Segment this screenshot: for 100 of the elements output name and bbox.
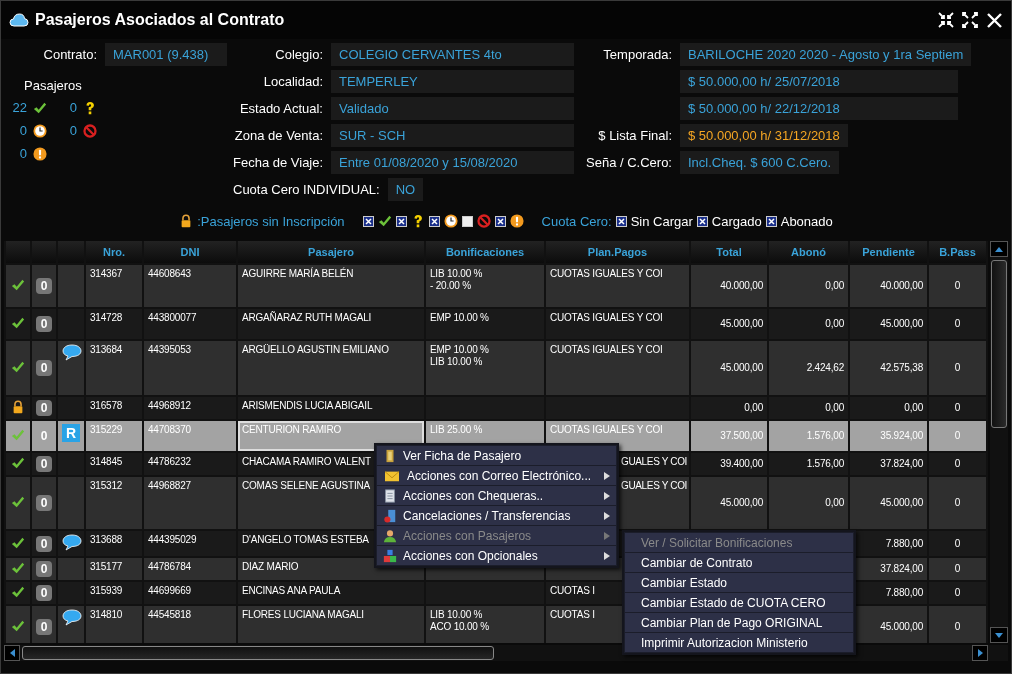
column-header	[6, 241, 30, 263]
checkbox[interactable]	[461, 215, 473, 227]
check-icon	[11, 456, 25, 470]
count: 0	[69, 123, 77, 138]
table-cell[interactable]: FLORES LUCIANA MAGALI	[238, 606, 424, 643]
table-cell: 313684	[86, 341, 142, 395]
checkbox[interactable]	[696, 215, 708, 227]
column-header[interactable]: Abonó	[769, 241, 848, 263]
table-cell: 0,00	[769, 265, 848, 307]
column-header[interactable]: Plan.Pagos	[546, 241, 689, 263]
field-label: Fecha de Viaje:	[233, 154, 323, 170]
menu-item[interactable]: Cambiar Estado	[625, 573, 853, 592]
scroll-up-button[interactable]	[990, 241, 1008, 257]
arrow-left-icon	[9, 649, 15, 657]
exclamation-icon	[509, 214, 524, 228]
menu-item[interactable]: Cambiar Plan de Pago ORIGINAL	[625, 613, 853, 632]
check-icon	[377, 214, 392, 228]
check-icon	[11, 619, 25, 633]
scrollbar-thumb[interactable]	[991, 260, 1007, 428]
scroll-down-button[interactable]	[990, 627, 1008, 643]
close-button[interactable]	[985, 11, 1003, 29]
table-cell: 0	[929, 453, 986, 475]
checkbox[interactable]	[494, 215, 506, 227]
field-label: Zona de Venta:	[233, 127, 323, 143]
checkbox[interactable]	[765, 215, 777, 227]
expand-button[interactable]	[961, 11, 979, 29]
field-label: Localidad:	[262, 73, 323, 89]
menu-item[interactable]: Cambiar de Contrato	[625, 553, 853, 572]
table-cell: 314810	[86, 606, 142, 643]
check-icon	[11, 428, 25, 442]
vertical-scrollbar[interactable]	[990, 241, 1008, 643]
table-cell: 315177	[86, 558, 142, 580]
column-header	[58, 241, 84, 263]
field-label: Colegio:	[274, 46, 323, 62]
table-cell[interactable]: AGUIRRE MARÍA BELÉN	[238, 265, 424, 307]
speech-bubble-icon	[62, 344, 82, 361]
scrollbar-thumb[interactable]	[22, 646, 494, 660]
table-cell[interactable]: ARGÜELLO AGUSTIN EMILIANO	[238, 341, 424, 395]
table-cell[interactable]: ARGAÑARAZ RUTH MAGALI	[238, 309, 424, 339]
menu-item[interactable]: Imprimir Autorizacion Ministerio	[625, 633, 853, 652]
count-label: 0	[36, 535, 52, 552]
table-cell: 314845	[86, 453, 142, 475]
clock-icon	[33, 123, 47, 138]
field-value: $ 50.000,00 h/ 22/12/2018	[680, 96, 958, 120]
table-cell: 40.000,00	[850, 265, 927, 307]
checkbox[interactable]	[362, 215, 374, 227]
scroll-right-button[interactable]	[972, 645, 988, 661]
table-cell: 315312	[86, 477, 142, 529]
lock-icon	[11, 400, 25, 414]
collapse-button[interactable]	[937, 11, 955, 29]
menu-item[interactable]: Cancelaciones / Transferencias	[377, 506, 616, 525]
count-label: 0	[36, 585, 52, 601]
menu-item[interactable]: Acciones con Opcionales	[377, 546, 616, 565]
scroll-left-button[interactable]	[4, 645, 20, 661]
column-header[interactable]: Nro.	[86, 241, 142, 263]
table-cell: 42.575,38	[850, 341, 927, 395]
column-header[interactable]: Total	[691, 241, 767, 263]
table-cell: 44608643	[144, 265, 236, 307]
table-cell: 44708370	[144, 421, 236, 451]
caret-icon	[604, 471, 610, 480]
table-cell[interactable]: ENCINAS ANA PAULA	[238, 582, 424, 604]
table-cell: 0	[929, 558, 986, 580]
table-cell[interactable]: ARISMENDIS LUCIA ABIGAIL	[238, 397, 424, 419]
table-cell: 2.424,62	[769, 341, 848, 395]
envelope-icon	[383, 468, 401, 483]
table-cell: 1.576,00	[769, 453, 848, 475]
table-cell: 0,00	[850, 397, 927, 419]
check-icon	[11, 278, 25, 292]
column-header[interactable]: Bonificaciones	[426, 241, 544, 263]
column-header[interactable]: Pendiente	[850, 241, 927, 263]
column-header[interactable]: B.Pass	[929, 241, 986, 263]
table-cell: 45.000,00	[691, 309, 767, 339]
person-icon	[383, 528, 397, 543]
table-cell: LIB 10.00 % - 20.00 %	[426, 265, 544, 307]
table-cell: 45.000,00	[850, 477, 927, 529]
checkbox[interactable]	[615, 215, 627, 227]
checkbox[interactable]	[395, 215, 407, 227]
table-cell: 45.000,00	[850, 309, 927, 339]
table-cell: 35.924,00	[850, 421, 927, 451]
field-value: TEMPERLEY	[331, 69, 574, 93]
count: 0	[69, 100, 77, 115]
checkbox[interactable]	[428, 215, 440, 227]
menu-item[interactable]: Cambiar Estado de CUOTA CERO	[625, 593, 853, 612]
check-icon	[11, 585, 25, 599]
menu-item[interactable]: Acciones con Chequeras..	[377, 486, 616, 505]
table-cell: 314367	[86, 265, 142, 307]
caret-icon	[604, 511, 610, 520]
column-header[interactable]: DNI	[144, 241, 236, 263]
column-header[interactable]: Pasajero	[238, 241, 424, 263]
field-value: $ 50.000,00 h/ 31/12/2018	[680, 123, 848, 147]
table-cell: 44395053	[144, 341, 236, 395]
table-cell: 44968912	[144, 397, 236, 419]
document-icon	[383, 488, 397, 503]
table-cell: 1.576,00	[769, 421, 848, 451]
table-cell: CUOTAS IGUALES Y COI	[546, 265, 689, 307]
menu-item[interactable]: Ver Ficha de Pasajero	[377, 446, 616, 465]
check-icon	[33, 100, 47, 115]
table-cell: CUOTAS IGUALES Y COI	[546, 341, 689, 395]
blocks-icon	[383, 548, 397, 563]
menu-item[interactable]: Acciones con Correo Electrónico...	[377, 466, 616, 485]
